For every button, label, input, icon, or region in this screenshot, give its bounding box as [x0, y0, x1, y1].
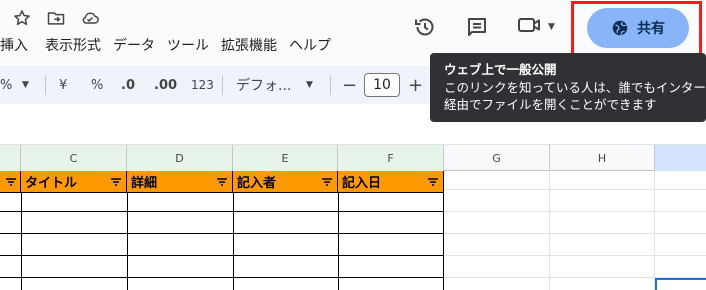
column-header-i[interactable]: [655, 145, 706, 171]
share-tooltip: ウェブ上で一般公開 このリンクを知っている人は、誰でもインター 経由でファイルを…: [430, 53, 706, 122]
header-title-text: タイトル: [25, 176, 78, 191]
video-camera-icon: [516, 13, 544, 41]
grid-line: [444, 211, 706, 212]
zoom-percent[interactable]: %: [0, 66, 12, 104]
menu-tools[interactable]: ツール: [161, 34, 215, 58]
filter-icon[interactable]: [427, 176, 439, 188]
header-cell-detail[interactable]: 詳細: [127, 171, 233, 193]
menu-data[interactable]: データ: [107, 34, 161, 58]
table-row: [0, 211, 444, 212]
filter-icon[interactable]: [321, 176, 333, 188]
grid-line: [549, 171, 550, 290]
percent-format-button[interactable]: %: [91, 66, 103, 104]
font-dropdown-icon[interactable]: ▼: [306, 66, 313, 104]
history-button[interactable]: [407, 9, 443, 45]
column-header-b[interactable]: [0, 145, 21, 171]
menu-insert[interactable]: 挿入: [0, 34, 39, 58]
cloud-status-icon[interactable]: [80, 8, 100, 28]
menu-bar: 挿入 表示形式 データ ツール 拡張機能 ヘルプ: [0, 34, 337, 58]
zoom-dropdown-icon[interactable]: ▼: [22, 66, 29, 104]
toolbar-divider: [330, 75, 331, 95]
menu-format[interactable]: 表示形式: [39, 34, 107, 58]
tooltip-title: ウェブ上で一般公開: [444, 62, 557, 77]
filter-icon[interactable]: [216, 176, 228, 188]
column-header-g[interactable]: G: [444, 145, 550, 171]
table-row: [0, 277, 444, 278]
column-header-row: C D E F G H: [0, 144, 706, 171]
column-header-e[interactable]: E: [233, 145, 338, 171]
table-column-border: [127, 193, 128, 290]
header-date-text: 記入日: [342, 176, 382, 191]
currency-format-button[interactable]: ¥: [59, 66, 67, 104]
header-author-text: 記入者: [237, 176, 277, 191]
menu-help[interactable]: ヘルプ: [283, 34, 337, 58]
chevron-down-icon: ▼: [548, 22, 555, 32]
increase-decimal-button[interactable]: .00: [154, 66, 177, 104]
menu-extensions[interactable]: 拡張機能: [215, 34, 283, 58]
header-cell-title[interactable]: タイトル: [21, 171, 127, 193]
star-icon[interactable]: [12, 8, 32, 28]
increase-font-size-button[interactable]: +: [408, 66, 423, 104]
column-header-f[interactable]: F: [338, 145, 444, 171]
header-cell-author[interactable]: 記入者: [233, 171, 338, 193]
move-to-folder-icon[interactable]: [46, 8, 66, 28]
history-icon: [413, 15, 437, 39]
toolbar-divider: [45, 75, 46, 95]
meet-button[interactable]: ▼: [516, 11, 566, 43]
sheet-grid[interactable]: C D E F G H: [0, 104, 706, 290]
decrease-decimal-button[interactable]: .0: [121, 66, 135, 104]
header-cell-date[interactable]: 記入日: [338, 171, 444, 193]
filter-icon[interactable]: [110, 176, 122, 188]
table-row: [0, 233, 444, 234]
column-header-h[interactable]: H: [550, 145, 655, 171]
globe-icon: [611, 19, 629, 37]
grid-line: [444, 233, 706, 234]
header-cell-b[interactable]: [0, 171, 21, 193]
column-header-c[interactable]: C: [21, 145, 127, 171]
font-size-input[interactable]: 10: [364, 73, 400, 97]
toolbar-divider: [222, 75, 223, 95]
share-label: 共有: [637, 21, 665, 37]
decrease-font-size-button[interactable]: −: [342, 66, 357, 104]
table-row: [0, 255, 444, 256]
number-format-button[interactable]: 123: [191, 66, 214, 104]
comment-icon: [465, 15, 489, 39]
tooltip-line-2: 経由でファイルを開くことができます: [444, 97, 657, 112]
font-family-select[interactable]: デフォ...: [236, 66, 291, 104]
grid-line: [654, 171, 655, 290]
filter-icon[interactable]: [5, 176, 17, 188]
share-button[interactable]: 共有: [587, 8, 689, 48]
table-column-border: [233, 193, 234, 290]
grid-line: [444, 189, 706, 190]
selected-cell[interactable]: [655, 278, 706, 290]
table-column-border: [338, 193, 339, 290]
tooltip-line-1: このリンクを知っている人は、誰でもインター: [444, 80, 706, 95]
grid-line: [444, 255, 706, 256]
header-detail-text: 詳細: [131, 176, 158, 191]
column-header-d[interactable]: D: [127, 145, 233, 171]
table-column-border: [21, 193, 22, 290]
comments-button[interactable]: [459, 9, 495, 45]
